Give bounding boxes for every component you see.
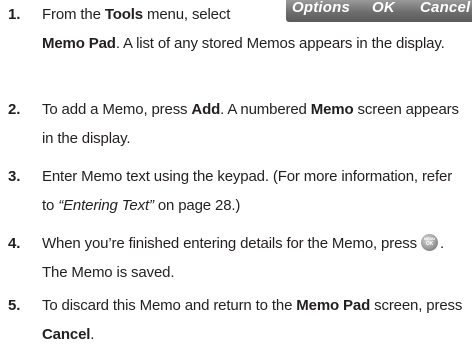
bold-term: Tools [104,6,143,23]
step-text: To add a Memo, press Add. A numbered Mem… [42,95,468,153]
text-run: When you’re finished entering details fo… [42,235,421,252]
step-text: When you’re finished entering details fo… [42,229,468,287]
step-item: 3. Enter Memo text using the keypad. (Fo… [0,162,468,220]
text-run: . A numbered [220,101,311,118]
text-run: . A list of any stored Memos appears in … [115,35,445,52]
bold-term: Cancel [42,326,91,343]
text-run: . [90,326,95,343]
text-run: screen, press [370,297,463,314]
step-item: 1. From the Tools menu, select Memo Pad. … [0,0,468,58]
step-number: 2. [8,101,21,118]
cross-reference: “Entering Text” [58,197,154,214]
step-item: 2. To add a Memo, press Add. A numbered … [0,95,468,153]
text-run: To discard this Memo and return to the [42,297,297,314]
step-number: 3. [8,168,21,185]
text-run: To add a Memo, press [42,101,192,118]
step-number: 5. [8,297,21,314]
bold-term: Memo Pad [296,297,371,314]
step-item: 5. To discard this Memo and return to th… [0,291,468,349]
step-text: To discard this Memo and return to the M… [42,291,468,349]
text-run: menu, select [142,6,231,23]
step-number: 1. [8,6,21,23]
step-item: 4. When you’re finished entering details… [0,229,468,287]
text-run: on page 28.) [153,197,241,214]
bold-term: Add [191,101,221,118]
menu-ok-icon [421,234,438,251]
step-text: From the Tools menu, select Memo Pad. A l… [42,0,468,58]
text-run: From the [42,6,105,23]
step-number: 4. [8,235,21,252]
bold-term: Memo Pad [42,35,116,52]
bold-term: Memo [310,101,354,118]
step-text: Enter Memo text using the keypad. (For m… [42,162,468,220]
